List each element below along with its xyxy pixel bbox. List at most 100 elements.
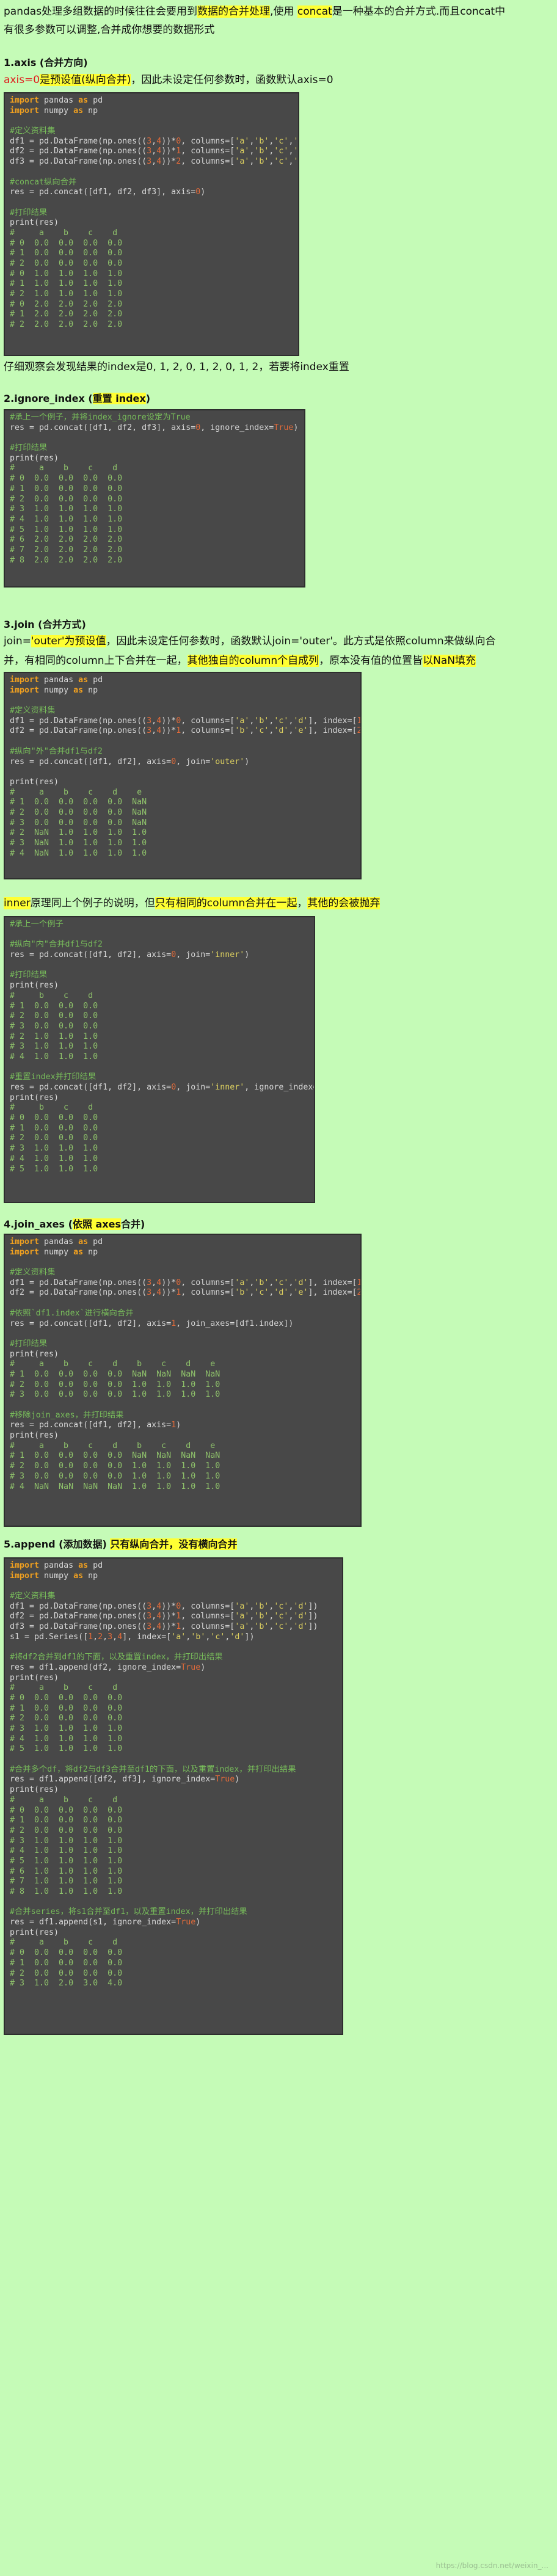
code-line: #承上一个例子，并将index_ignore设定为True [10, 413, 191, 422]
code-line: df3 = pd.DataFrame(np.ones((3,4))*2, col… [10, 157, 299, 167]
code-line: df1 = pd.DataFrame(np.ones((3,4))*0, col… [10, 716, 362, 726]
code-line: #打印结果 [10, 1339, 48, 1348]
code-line: res = pd.concat([df1, df2, df3], axis=0) [10, 187, 206, 197]
code-line: # 1 0.0 0.0 0.0 0.0 NaN NaN NaN NaN [10, 1451, 220, 1461]
code-line: # 3 1.0 1.0 1.0 1.0 [10, 504, 123, 514]
code-line: import pandas as pd [10, 1237, 103, 1246]
code-line: # 1 0.0 0.0 0.0 0.0 [10, 1816, 123, 1825]
code-line: df3 = pd.DataFrame(np.ones((3,4))*1, col… [10, 1622, 318, 1632]
code-line: # 1 0.0 0.0 0.0 0.0 [10, 1703, 123, 1713]
code-line: import pandas as pd [10, 96, 103, 105]
code-line: #concat纵向合并 [10, 177, 77, 187]
code-line: res = pd.concat([df1, df2], axis=0, join… [10, 950, 250, 960]
code-line: # 2 NaN 1.0 1.0 1.0 1.0 [10, 828, 147, 838]
code-line: # 3 NaN 1.0 1.0 1.0 1.0 [10, 839, 147, 848]
code-line: df2 = pd.DataFrame(np.ones((3,4))*1, col… [10, 1612, 318, 1621]
code-line: res = df1.append([df2, df3], ignore_inde… [10, 1775, 240, 1785]
code-line: # 4 NaN 1.0 1.0 1.0 1.0 [10, 848, 147, 858]
code-line: # 2 0.0 0.0 0.0 0.0 1.0 1.0 1.0 1.0 [10, 1380, 220, 1389]
code-line: # 5 1.0 1.0 1.0 [10, 1164, 98, 1174]
code-line: # 1 2.0 2.0 2.0 2.0 [10, 310, 123, 319]
code-line: # 3 1.0 1.0 1.0 1.0 [10, 1836, 123, 1846]
code-line: #定义资料集 [10, 1592, 56, 1601]
code-line: df1 = pd.DataFrame(np.ones((3,4))*0, col… [10, 1601, 318, 1611]
code-line: s1 = pd.Series([1,2,3,4], index=['a','b'… [10, 1632, 255, 1642]
code-block-ignore-index: #承上一个例子，并将index_ignore设定为True res = pd.co… [4, 409, 305, 588]
code-line: res = df1.append(df2, ignore_index=True) [10, 1662, 206, 1672]
code-line: print(res) [10, 218, 59, 228]
section-1-desc: axis=0是预设值(纵向合并)，因此未设定任何参数时，函数默认axis=0 [4, 74, 333, 86]
code-line: #依照`df1.index`进行横向合并 [10, 1308, 134, 1318]
code-line: # 0 2.0 2.0 2.0 2.0 [10, 299, 123, 309]
code-line: import numpy as np [10, 106, 98, 115]
code-line: #移除join_axes，并打印结果 [10, 1410, 124, 1420]
code-line: # 2 0.0 0.0 0.0 0.0 [10, 259, 123, 268]
code-line: import pandas as pd [10, 1561, 103, 1570]
code-line: res = df1.append(s1, ignore_index=True) [10, 1918, 201, 1927]
section-3-inner-desc: inner原理同上个例子的说明，但只有相同的column合并在一起，其他的会被抛… [4, 897, 380, 909]
code-line: # 8 1.0 1.0 1.0 1.0 [10, 1887, 123, 1896]
code-line: # 0 0.0 0.0 0.0 0.0 [10, 1948, 123, 1958]
code-block-append: import pandas as pd import numpy as np #定… [4, 1557, 343, 2035]
code-line: # 0 0.0 0.0 0.0 0.0 [10, 474, 123, 484]
code-line: # 3 1.0 1.0 1.0 [10, 1042, 98, 1052]
code-line: df2 = pd.DataFrame(np.ones((3,4))*1, col… [10, 726, 362, 736]
code-line: print(res) [10, 453, 59, 463]
code-line: # 4 1.0 1.0 1.0 [10, 1052, 98, 1061]
code-line: # 1 0.0 0.0 0.0 [10, 1001, 98, 1011]
code-line: #打印结果 [10, 970, 48, 980]
code-block-axis: import pandas as pd import numpy as np #定… [4, 92, 299, 356]
code-line: # 4 1.0 1.0 1.0 1.0 [10, 514, 123, 524]
code-line: df1 = pd.DataFrame(np.ones((3,4))*0, col… [10, 136, 299, 146]
code-line: res = pd.concat([df1, df2], axis=1) [10, 1421, 181, 1430]
code-line: # a b c d e [10, 787, 142, 797]
code-line: # 0 0.0 0.0 0.0 0.0 [10, 1693, 123, 1703]
code-line: # 6 2.0 2.0 2.0 2.0 [10, 535, 123, 545]
code-line: # 2 0.0 0.0 0.0 0.0 [10, 1825, 123, 1835]
section-3-desc-1: join='outer'为预设值，因此未设定任何参数时，函数默认join='ou… [4, 635, 496, 647]
code-line: # 7 2.0 2.0 2.0 2.0 [10, 545, 123, 555]
code-line: #纵向"外"合并df1与df2 [10, 746, 103, 756]
code-line: # 2 1.0 1.0 1.0 [10, 1031, 98, 1041]
code-line: print(res) [10, 981, 59, 991]
code-line: # a b c d b c d e [10, 1359, 216, 1369]
code-line: # 4 NaN NaN NaN NaN 1.0 1.0 1.0 1.0 [10, 1482, 220, 1491]
code-line: # 5 1.0 1.0 1.0 1.0 [10, 525, 123, 534]
code-line: # 2 2.0 2.0 2.0 2.0 [10, 320, 123, 330]
code-line: print(res) [10, 1431, 59, 1441]
code-line: #定义资料集 [10, 1268, 56, 1278]
code-line: import numpy as np [10, 1247, 98, 1257]
code-line: # a b c d [10, 228, 118, 238]
code-line: # 2 0.0 0.0 0.0 0.0 1.0 1.0 1.0 1.0 [10, 1461, 220, 1471]
code-line: #承上一个例子 [10, 920, 64, 929]
code-line: # 2 0.0 0.0 0.0 0.0 NaN [10, 807, 147, 817]
code-line: #定义资料集 [10, 126, 56, 136]
code-line: # 2 1.0 1.0 1.0 1.0 [10, 289, 123, 299]
code-line: res = pd.concat([df1, df2], axis=0, join… [10, 757, 250, 766]
code-line: #合并series，将s1合并至df1，以及重置index，并打印出结果 [10, 1907, 247, 1917]
code-line: import numpy as np [10, 685, 98, 695]
code-line: # 4 1.0 1.0 1.0 [10, 1154, 98, 1163]
code-line: # 1 0.0 0.0 0.0 0.0 NaN NaN NaN NaN [10, 1369, 220, 1379]
code-line: #打印结果 [10, 208, 48, 217]
code-line: # 0 0.0 0.0 0.0 [10, 1113, 98, 1123]
code-line: # 2 0.0 0.0 0.0 0.0 [10, 1714, 123, 1723]
intro-line-1: pandas处理多组数据的时候往往会要用到数据的合并处理,使用 concat是一… [4, 5, 506, 18]
section-1-heading: 1.axis (合并方向) [4, 57, 88, 68]
code-line: # 3 0.0 0.0 0.0 0.0 NaN [10, 818, 147, 828]
code-line: # 2 0.0 0.0 0.0 [10, 1133, 98, 1143]
